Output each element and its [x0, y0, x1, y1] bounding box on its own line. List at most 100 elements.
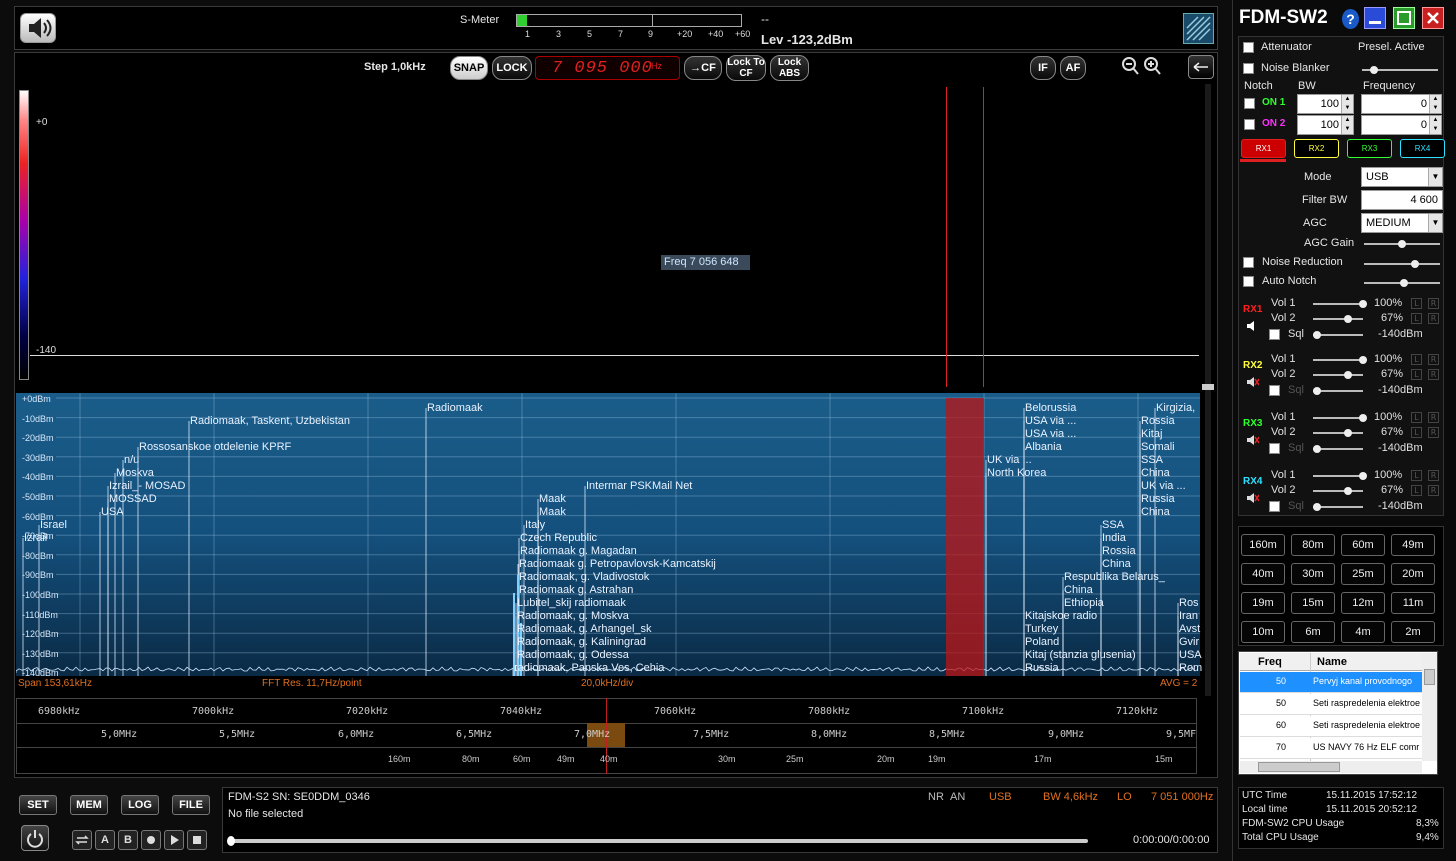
- auto-notch-checkbox[interactable]: [1243, 276, 1254, 287]
- speaker-icon[interactable]: [1245, 433, 1260, 447]
- rx-tab-3[interactable]: RX3: [1347, 139, 1392, 158]
- band-button[interactable]: 6m: [1291, 621, 1335, 643]
- squelch-checkbox[interactable]: [1269, 501, 1280, 512]
- file-button[interactable]: FILE: [172, 795, 210, 815]
- b-button[interactable]: B: [118, 830, 138, 850]
- loop-button[interactable]: [72, 830, 92, 850]
- vol2-slider[interactable]: [1313, 429, 1363, 437]
- band-button[interactable]: 60m: [1341, 534, 1385, 556]
- band-button[interactable]: 30m: [1291, 563, 1335, 585]
- mem-button[interactable]: MEM: [70, 795, 108, 815]
- auto-notch-slider[interactable]: [1364, 279, 1440, 287]
- mode-select[interactable]: USB ▼: [1361, 167, 1443, 187]
- play-button[interactable]: [164, 830, 184, 850]
- minimize-button[interactable]: [1364, 7, 1386, 29]
- help-icon[interactable]: ?: [1342, 9, 1359, 29]
- right-channel-button[interactable]: R: [1428, 470, 1439, 481]
- vol2-slider[interactable]: [1313, 315, 1363, 323]
- left-channel-button[interactable]: L: [1411, 369, 1422, 380]
- zoom-in-icon[interactable]: [1144, 57, 1161, 75]
- to-cf-button[interactable]: →CF: [684, 56, 722, 80]
- if-button[interactable]: IF: [1030, 56, 1056, 80]
- squelch-slider[interactable]: [1313, 445, 1363, 453]
- memory-scrollbar-h[interactable]: [1240, 761, 1422, 773]
- zoom-out-icon[interactable]: [1122, 57, 1139, 75]
- frequency-display[interactable]: 7 095 000 Hz: [535, 56, 680, 80]
- vol1-slider[interactable]: [1313, 356, 1367, 364]
- snap-button[interactable]: SNAP: [450, 56, 488, 80]
- close-button[interactable]: [1422, 7, 1444, 29]
- squelch-slider[interactable]: [1313, 503, 1363, 511]
- speaker-icon[interactable]: [1245, 375, 1260, 389]
- left-channel-button[interactable]: L: [1411, 485, 1422, 496]
- memory-scrollbar-v[interactable]: [1422, 653, 1437, 761]
- a-button[interactable]: A: [95, 830, 115, 850]
- band-button[interactable]: 10m: [1241, 621, 1285, 643]
- record-button[interactable]: [141, 830, 161, 850]
- vertical-scrollbar[interactable]: [1202, 84, 1214, 696]
- band-button[interactable]: 4m: [1341, 621, 1385, 643]
- right-channel-button[interactable]: R: [1428, 412, 1439, 423]
- notch2-freq-input[interactable]: 0 ▲ ▼: [1361, 115, 1442, 135]
- log-button[interactable]: LOG: [121, 795, 159, 815]
- noise-reduction-slider[interactable]: [1364, 260, 1440, 268]
- squelch-checkbox[interactable]: [1269, 329, 1280, 340]
- notch1-freq-input[interactable]: 0 ▲ ▼: [1361, 94, 1442, 114]
- band-button[interactable]: 12m: [1341, 592, 1385, 614]
- speaker-icon[interactable]: [1245, 319, 1259, 333]
- left-channel-button[interactable]: L: [1411, 298, 1422, 309]
- playback-progress[interactable]: [227, 836, 1088, 846]
- rx-tab-4[interactable]: RX4: [1400, 139, 1445, 158]
- attenuator-checkbox[interactable]: [1243, 42, 1254, 53]
- set-button[interactable]: SET: [19, 795, 57, 815]
- lock-to-cf-button[interactable]: Lock To CF: [726, 55, 766, 81]
- agc-select[interactable]: MEDIUM ▼: [1361, 213, 1443, 233]
- vol2-slider[interactable]: [1313, 371, 1363, 379]
- step-label[interactable]: Step 1,0kHz: [364, 61, 426, 73]
- speaker-icon[interactable]: [1245, 491, 1260, 505]
- vol2-slider[interactable]: [1313, 487, 1363, 495]
- noise-blanker-checkbox[interactable]: [1243, 63, 1254, 74]
- left-channel-button[interactable]: L: [1411, 412, 1422, 423]
- noise-blanker-slider[interactable]: [1362, 66, 1438, 74]
- filter-bw-input[interactable]: 4 600: [1361, 190, 1443, 210]
- squelch-checkbox[interactable]: [1269, 443, 1280, 454]
- waterfall-threshold-line[interactable]: [30, 355, 1199, 356]
- right-channel-button[interactable]: R: [1428, 313, 1439, 324]
- squelch-checkbox[interactable]: [1269, 385, 1280, 396]
- left-channel-button[interactable]: L: [1411, 313, 1422, 324]
- band-button[interactable]: 15m: [1291, 592, 1335, 614]
- band-button[interactable]: 2m: [1391, 621, 1435, 643]
- band-button[interactable]: 19m: [1241, 592, 1285, 614]
- notch2-checkbox[interactable]: [1244, 119, 1255, 130]
- lock-button[interactable]: LOCK: [492, 56, 532, 80]
- agc-gain-slider[interactable]: [1364, 240, 1440, 248]
- band-button[interactable]: 11m: [1391, 592, 1435, 614]
- band-button[interactable]: 40m: [1241, 563, 1285, 585]
- zoom-controls[interactable]: [1120, 56, 1164, 78]
- speaker-mute-button[interactable]: [20, 13, 56, 43]
- progress-knob[interactable]: [227, 836, 235, 846]
- left-channel-button[interactable]: L: [1411, 427, 1422, 438]
- name-column-header[interactable]: Name: [1317, 656, 1347, 668]
- notch2-bw-input[interactable]: 100 ▲ ▼: [1297, 115, 1354, 135]
- right-channel-button[interactable]: R: [1428, 427, 1439, 438]
- rx-tab-2[interactable]: RX2: [1294, 139, 1339, 158]
- spectrum-toggle-button[interactable]: [1183, 13, 1214, 44]
- band-button[interactable]: 80m: [1291, 534, 1335, 556]
- power-button[interactable]: [21, 825, 49, 851]
- scroll-thumb[interactable]: [1202, 384, 1214, 390]
- vol1-slider[interactable]: [1313, 472, 1367, 480]
- notch1-bw-input[interactable]: 100 ▲ ▼: [1297, 94, 1354, 114]
- filter-left-marker[interactable]: [946, 87, 947, 387]
- left-channel-button[interactable]: L: [1411, 354, 1422, 365]
- right-channel-button[interactable]: R: [1428, 485, 1439, 496]
- noise-reduction-checkbox[interactable]: [1243, 257, 1254, 268]
- right-channel-button[interactable]: R: [1428, 298, 1439, 309]
- lock-abs-button[interactable]: Lock ABS: [770, 55, 809, 81]
- freq-column-header[interactable]: Freq: [1258, 656, 1282, 668]
- squelch-slider[interactable]: [1313, 331, 1363, 339]
- squelch-slider[interactable]: [1313, 387, 1363, 395]
- collapse-button[interactable]: [1188, 55, 1214, 79]
- stop-button[interactable]: [187, 830, 207, 850]
